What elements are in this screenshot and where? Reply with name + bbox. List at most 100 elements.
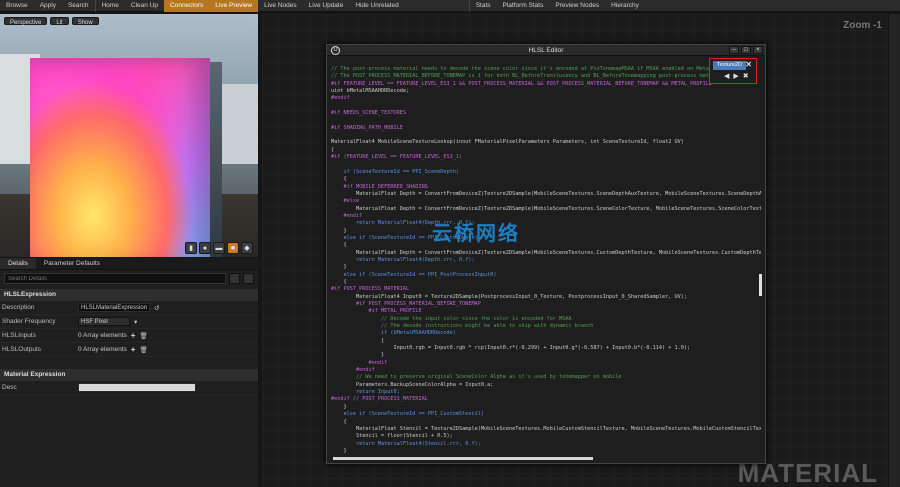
- code-line[interactable]: MaterialFloat4 MobileSceneTextureLookup(…: [331, 139, 761, 146]
- code-line[interactable]: #if SHADING_PATH_MOBILE: [331, 125, 761, 132]
- code-line[interactable]: {: [331, 147, 761, 154]
- toolbar-browse-button[interactable]: Browse: [0, 0, 34, 12]
- eye-icon[interactable]: [243, 273, 254, 284]
- maximize-icon[interactable]: □: [741, 46, 751, 54]
- sphere-icon[interactable]: ●: [199, 242, 211, 254]
- code-line[interactable]: #if POST_PROCESS_MATERIAL: [331, 286, 761, 293]
- code-line[interactable]: MaterialFloat Depth = ConvertFromDeviceZ…: [331, 191, 761, 198]
- code-line[interactable]: #else: [331, 198, 761, 205]
- show-button[interactable]: Show: [71, 17, 99, 26]
- tab-parameter-defaults[interactable]: Parameter Defaults: [36, 258, 108, 269]
- toolbar-stats-button[interactable]: Stats: [468, 0, 497, 12]
- code-line[interactable]: return Input0;: [331, 389, 761, 396]
- code-line[interactable]: if (bMetalMSAAHDRDecode): [331, 330, 761, 337]
- trash-icon[interactable]: 🗑: [139, 332, 147, 340]
- code-line[interactable]: {: [331, 419, 761, 426]
- code-line[interactable]: {: [331, 242, 761, 249]
- code-line[interactable]: {: [331, 279, 761, 286]
- code-line[interactable]: [331, 132, 761, 139]
- close-search-icon[interactable]: ✕: [745, 60, 752, 69]
- code-line[interactable]: }: [331, 264, 761, 271]
- code-line[interactable]: return MaterialFloat4(Depth.rrr, 0.f);: [331, 220, 761, 227]
- code-line[interactable]: return MaterialFloat4(Depth.rrr, 0.f);: [331, 257, 761, 264]
- tab-details[interactable]: Details: [0, 258, 36, 269]
- perspective-button[interactable]: Perspective: [4, 17, 48, 26]
- toolbar-search-button[interactable]: Search: [62, 0, 95, 12]
- code-editor[interactable]: // The post-process material needs to de…: [327, 56, 765, 463]
- desc-field[interactable]: [78, 383, 196, 392]
- code-line[interactable]: MaterialFloat Stencil = Texture2DSample(…: [331, 426, 761, 433]
- toolbar-home-button[interactable]: Home: [94, 0, 125, 12]
- cylinder-icon[interactable]: ▮: [185, 242, 197, 254]
- code-line[interactable]: Stencil = floor(Stencil + 0.5);: [331, 433, 761, 440]
- description-field[interactable]: HLSLMaterialExpression: [78, 303, 151, 312]
- toolbar-live-update-button[interactable]: Live Update: [303, 0, 350, 12]
- code-line[interactable]: [331, 103, 761, 110]
- code-line[interactable]: {: [331, 338, 761, 345]
- reset-icon[interactable]: ↺: [154, 304, 159, 312]
- view-options-icon[interactable]: [229, 273, 240, 284]
- code-line[interactable]: MaterialFloat Depth = ConvertFromDeviceZ…: [331, 206, 761, 213]
- shader-frequency-dropdown[interactable]: HSF Pixel: [78, 317, 130, 326]
- code-line[interactable]: #if FEATURE_LEVEL == FEATURE_LEVEL_ES3_1…: [331, 81, 761, 88]
- code-line[interactable]: // We need to preserve original SceneCol…: [331, 374, 761, 381]
- code-line[interactable]: #if MOBILE_DEFERRED_SHADING: [331, 184, 761, 191]
- code-line[interactable]: {: [331, 176, 761, 183]
- code-line[interactable]: #if NEEDS_SCENE_TEXTURES: [331, 110, 761, 117]
- lit-button[interactable]: Lit: [50, 17, 69, 26]
- code-line[interactable]: }: [331, 352, 761, 359]
- toolbar-apply-button[interactable]: Apply: [34, 0, 62, 12]
- arrow-right-icon[interactable]: ▶: [733, 72, 738, 80]
- code-line[interactable]: // The POST_PROCESS_MATERIAL_BEFORE_TONE…: [331, 73, 761, 80]
- cube-icon[interactable]: ■: [227, 242, 239, 254]
- code-line[interactable]: Parameters.BackupSceneColorAlpha = Input…: [331, 382, 761, 389]
- toolbar-platform-stats-button[interactable]: Platform Stats: [497, 0, 550, 12]
- toolbar-clean-up-button[interactable]: Clean Up: [125, 0, 164, 12]
- category-hlslexpression[interactable]: HLSLExpression: [0, 289, 258, 301]
- code-line[interactable]: #endif: [331, 367, 761, 374]
- horizontal-scrollbar[interactable]: [333, 457, 593, 460]
- code-line[interactable]: if (SceneTextureId == PPI_SceneDepth): [331, 169, 761, 176]
- toolbar-live-preview-button[interactable]: Live Preview: [209, 0, 259, 12]
- code-line[interactable]: else if (SceneTextureId == PPI_CustomSte…: [331, 411, 761, 418]
- code-line[interactable]: #if (FEATURE_LEVEL == FEATURE_LEVEL_ES3_…: [331, 154, 761, 161]
- code-line[interactable]: #endif: [331, 213, 761, 220]
- code-line[interactable]: #if POST_PROCESS_MATERIAL_BEFORE_TONEMAP: [331, 301, 761, 308]
- toolbar-live-nodes-button[interactable]: Live Nodes: [258, 0, 303, 12]
- add-element-icon[interactable]: +: [131, 331, 136, 340]
- code-line[interactable]: [331, 161, 761, 168]
- plane-icon[interactable]: ▬: [213, 242, 225, 254]
- code-line[interactable]: }: [331, 228, 761, 235]
- code-line[interactable]: else if (SceneTextureId == PPI_CustomDep…: [331, 235, 761, 242]
- details-search-input[interactable]: [4, 273, 226, 284]
- code-line[interactable]: #if METAL_PROFILE: [331, 308, 761, 315]
- add-element-icon[interactable]: +: [131, 345, 136, 354]
- toolbar-hierarchy-button[interactable]: Hierarchy: [605, 0, 645, 12]
- toolbar-connectors-button[interactable]: Connectors: [164, 0, 210, 12]
- teapot-icon[interactable]: ◆: [241, 242, 253, 254]
- arrow-left-icon[interactable]: ◀: [724, 72, 729, 80]
- code-text[interactable]: // The post-process material needs to de…: [331, 66, 761, 455]
- close-icon[interactable]: ×: [753, 46, 763, 54]
- trash-icon[interactable]: 🗑: [139, 346, 147, 354]
- code-line[interactable]: }: [331, 448, 761, 455]
- code-line[interactable]: #endif: [331, 360, 761, 367]
- material-preview-viewport[interactable]: Perspective Lit Show ▮ ● ▬ ■ ◆: [0, 14, 258, 257]
- vertical-scrollbar[interactable]: [759, 274, 762, 296]
- code-line[interactable]: }: [331, 404, 761, 411]
- code-line[interactable]: #endif: [331, 95, 761, 102]
- code-line[interactable]: MaterialFloat Depth = ConvertFromDeviceZ…: [331, 250, 761, 257]
- close-icon[interactable]: ✖: [743, 72, 749, 80]
- editor-titlebar[interactable]: U HLSL Editor – □ ×: [327, 45, 765, 56]
- category-material-expression[interactable]: Material Expression: [0, 369, 258, 381]
- code-line[interactable]: uint bMetalMSAAHDRDecode;: [331, 88, 761, 95]
- code-line[interactable]: // Decode the input color since the colo…: [331, 316, 761, 323]
- code-line[interactable]: // The post-process material needs to de…: [331, 66, 761, 73]
- code-line[interactable]: else if (SceneTextureId == PPI_PostProce…: [331, 272, 761, 279]
- code-line[interactable]: MaterialFloat4 Input0 = Texture2DSample(…: [331, 294, 761, 301]
- toolbar-hide-unrelated-button[interactable]: Hide Unrelated: [349, 0, 404, 12]
- code-line[interactable]: return MaterialFloat4(Stencil.rrr, 0.f);: [331, 441, 761, 448]
- code-line[interactable]: Input0.rgb = Input0.rgb * rcp(Input0.r*(…: [331, 345, 761, 352]
- code-line[interactable]: [331, 117, 761, 124]
- code-line[interactable]: #endif // POST_PROCESS_MATERIAL: [331, 396, 761, 403]
